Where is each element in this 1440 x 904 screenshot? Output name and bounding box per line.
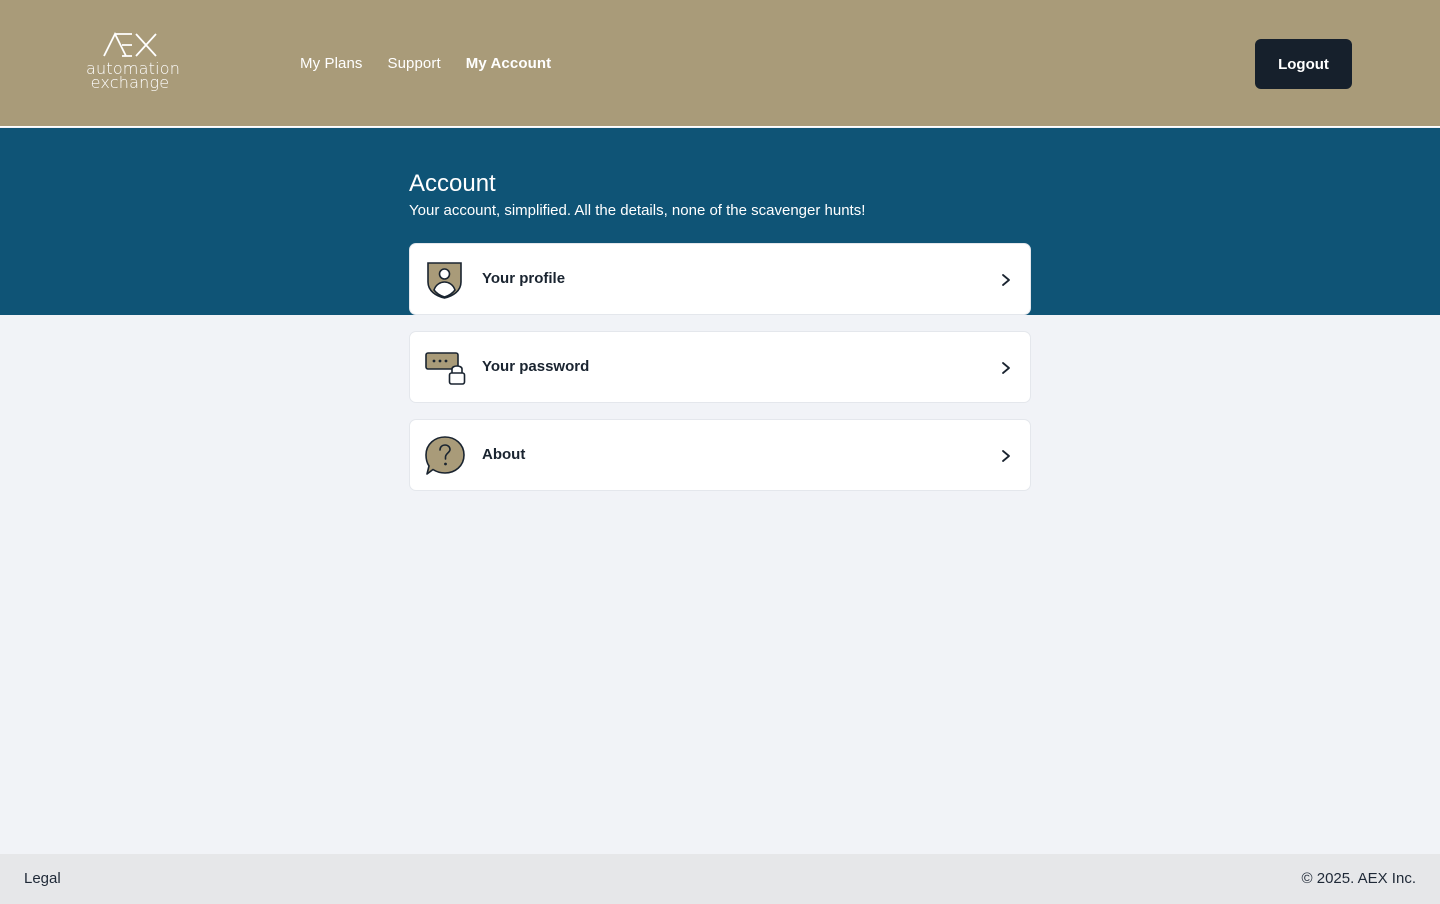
logo-text-line2: exchange [90,73,170,92]
card-label-profile: Your profile [482,270,566,287]
nav-support[interactable]: Support [388,55,441,72]
nav-my-account[interactable]: My Account [466,55,551,72]
chevron-right-icon [1002,362,1010,374]
logout-button[interactable]: Logout [1255,39,1352,89]
card-your-profile[interactable]: Your profile [409,243,1031,315]
copyright-text: © 2025. AEX Inc. [1301,870,1416,887]
card-label-about: About [482,446,526,463]
chevron-right-icon [1002,274,1010,286]
main-nav: My Plans Support My Account [300,55,551,72]
top-header: automation exchange My Plans Support My … [0,0,1440,127]
card-label-password: Your password [482,358,590,375]
page-footer: Legal © 2025. AEX Inc. [0,854,1440,904]
nav-my-plans[interactable]: My Plans [300,55,363,72]
page-title: Account [409,170,496,197]
password-lock-icon [425,352,466,385]
question-bubble-icon [425,436,465,475]
legal-link[interactable]: Legal [24,870,61,887]
chevron-right-icon [1002,450,1010,462]
profile-shield-icon [427,262,462,299]
page-subtitle: Your account, simplified. All the detail… [409,202,866,219]
aex-logo-mark-icon [103,32,157,57]
aex-logo[interactable]: automation exchange [86,32,180,96]
card-about[interactable]: About [409,419,1031,491]
card-your-password[interactable]: Your password [409,331,1031,403]
